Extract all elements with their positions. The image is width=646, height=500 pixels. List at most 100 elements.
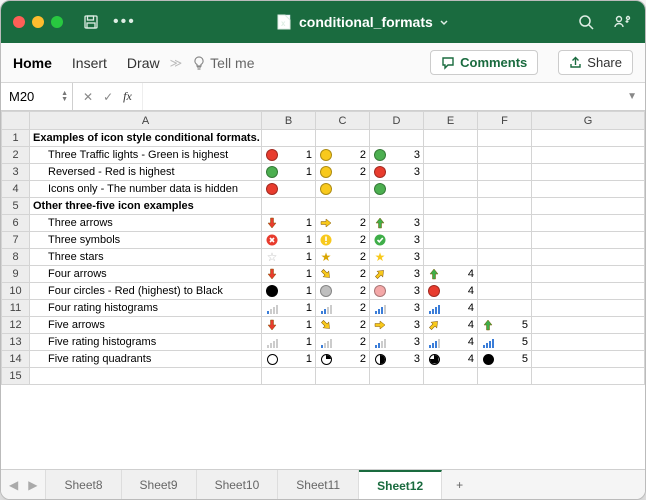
cell[interactable] [532,351,645,368]
search-icon[interactable] [578,14,595,31]
tell-me[interactable]: Tell me [192,55,254,71]
cell[interactable]: 3 [370,164,424,181]
cell[interactable] [532,215,645,232]
cell[interactable] [532,266,645,283]
sheet-nav-prev-icon[interactable]: ◀ [9,478,18,492]
share-button[interactable]: Share [558,50,633,75]
cell[interactable]: 2 [316,351,370,368]
cell[interactable]: 3 [370,266,424,283]
cell[interactable] [478,232,532,249]
cell[interactable] [316,181,370,198]
cell[interactable]: ★2 [316,249,370,266]
cell[interactable]: 5 [478,334,532,351]
sheet-tab[interactable]: Sheet8 [46,470,121,499]
cell[interactable] [532,147,645,164]
cell[interactable]: 5 [478,317,532,334]
cell[interactable] [532,198,645,215]
sheet-tab[interactable]: Sheet10 [197,470,279,499]
cell[interactable]: 2 [316,164,370,181]
row-header[interactable]: 5 [2,198,30,215]
cell[interactable]: 3 [370,334,424,351]
cell[interactable]: 4 [424,266,478,283]
cell[interactable]: 1 [262,147,316,164]
cell[interactable]: 1 [262,215,316,232]
row-header[interactable]: 8 [2,249,30,266]
cell[interactable]: Five rating quadrants [30,351,262,368]
sheet-tab[interactable]: Sheet12 [359,470,442,499]
save-icon[interactable] [83,14,99,30]
cell[interactable] [532,283,645,300]
cell[interactable]: 2 [316,334,370,351]
cell[interactable]: 3 [370,283,424,300]
cell[interactable] [424,232,478,249]
row-header[interactable]: 7 [2,232,30,249]
cell[interactable]: Four rating histograms [30,300,262,317]
col-header[interactable]: C [316,112,370,130]
cell[interactable] [478,181,532,198]
cell[interactable]: 2 [316,266,370,283]
cell[interactable]: 1 [262,300,316,317]
cell[interactable]: Three Traffic lights - Green is highest [30,147,262,164]
cell[interactable] [478,283,532,300]
cell[interactable]: Four arrows [30,266,262,283]
cell[interactable] [424,249,478,266]
cell[interactable]: 2 [316,283,370,300]
cell[interactable]: Reversed - Red is highest [30,164,262,181]
minimize-icon[interactable] [32,16,44,28]
cell[interactable]: 4 [424,317,478,334]
row-header[interactable]: 14 [2,351,30,368]
cell[interactable]: 4 [424,351,478,368]
row-header[interactable]: 2 [2,147,30,164]
cell[interactable] [370,368,424,385]
zoom-icon[interactable] [51,16,63,28]
col-header[interactable]: B [262,112,316,130]
cell[interactable]: Icons only - The number data is hidden [30,181,262,198]
cell[interactable] [370,181,424,198]
cell[interactable] [532,130,645,147]
cell[interactable]: Three arrows [30,215,262,232]
cell[interactable]: 1 [262,283,316,300]
cell[interactable]: 1 [262,164,316,181]
cell[interactable] [424,215,478,232]
sheet-tab[interactable]: Sheet11 [278,470,359,499]
cell[interactable] [424,130,478,147]
row-header[interactable]: 13 [2,334,30,351]
row-header[interactable]: 6 [2,215,30,232]
cell[interactable] [532,317,645,334]
cell[interactable]: 2 [316,232,370,249]
cell[interactable]: Examples of icon style conditional forma… [30,130,262,147]
cell[interactable] [370,198,424,215]
cell[interactable]: 1 [262,317,316,334]
cell[interactable]: 4 [424,300,478,317]
fx-label[interactable]: fx [123,89,142,104]
cell[interactable]: ★3 [370,249,424,266]
cell[interactable] [262,198,316,215]
formula-input[interactable] [142,83,619,110]
row-header[interactable]: 9 [2,266,30,283]
cell[interactable] [424,198,478,215]
cell[interactable] [316,198,370,215]
cell[interactable]: Four circles - Red (highest) to Black [30,283,262,300]
cell[interactable]: 3 [370,300,424,317]
cell[interactable]: 4 [424,334,478,351]
cancel-formula-icon[interactable]: ✕ [83,90,93,104]
tab-home[interactable]: Home [13,55,52,71]
row-header[interactable]: 15 [2,368,30,385]
cell[interactable]: Three stars [30,249,262,266]
cell[interactable] [478,368,532,385]
cell[interactable]: 1 [262,266,316,283]
cell[interactable]: 3 [370,147,424,164]
confirm-formula-icon[interactable]: ✓ [103,90,113,104]
cell[interactable] [424,368,478,385]
col-header[interactable]: A [30,112,262,130]
cell[interactable] [478,164,532,181]
cell[interactable] [424,147,478,164]
cell[interactable]: 1 [262,351,316,368]
cell[interactable] [370,130,424,147]
sheet-tab[interactable]: Sheet9 [122,470,197,499]
cell[interactable] [532,232,645,249]
cell[interactable] [316,130,370,147]
col-header[interactable]: E [424,112,478,130]
cell[interactable] [478,130,532,147]
col-header[interactable]: F [478,112,532,130]
